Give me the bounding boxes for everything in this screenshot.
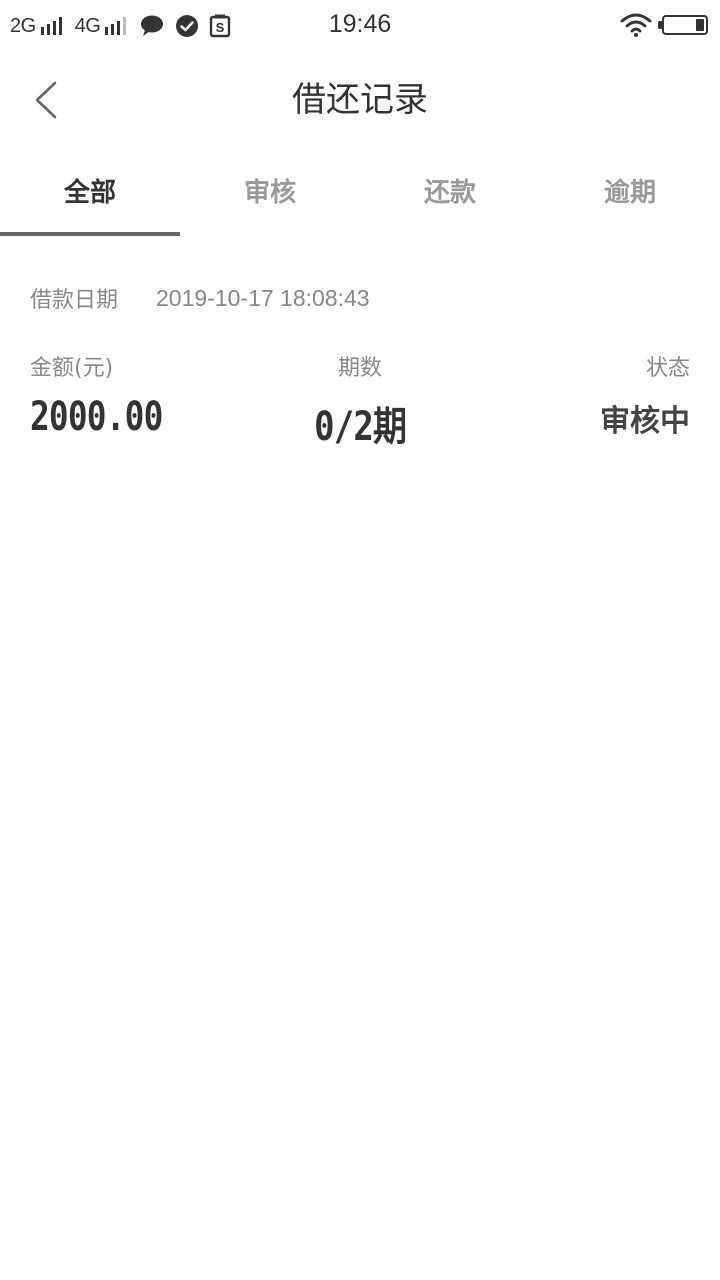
status-bar-right (620, 12, 708, 38)
tab-review[interactable]: 审核 (180, 150, 360, 236)
header-bar: 借还记录 (0, 52, 720, 148)
battery-icon (658, 15, 708, 35)
loan-date-label: 借款日期 (30, 288, 119, 313)
loan-date-value: 2019-10-17 18:08:43 (156, 284, 370, 311)
period-label: 期数 (337, 356, 382, 381)
tab-repayment[interactable]: 还款 (360, 150, 540, 236)
status-bar: 2G 4G S 19:46 (0, 0, 720, 52)
page-title: 借还记录 (292, 80, 428, 120)
record-labels-row: 金额(元) 期数 状态 (30, 350, 690, 390)
period-value: 0/2期 (313, 404, 407, 450)
tab-all[interactable]: 全部 (0, 150, 180, 236)
record-values-row: 2000.00 0/2期 审核中 (30, 394, 690, 454)
tab-overdue[interactable]: 逾期 (540, 150, 720, 236)
filter-tabs: 全部 审核 还款 逾期 (0, 150, 720, 236)
status-label: 状态 (645, 356, 690, 381)
wifi-icon (620, 13, 652, 37)
loan-date-row: 借款日期 2019-10-17 18:08:43 (30, 270, 690, 326)
status-badge: 审核中 (600, 404, 690, 439)
status-time: 19:46 (328, 10, 392, 38)
loan-record-item[interactable]: 借款日期 2019-10-17 18:08:43 金额(元) 期数 状态 200… (30, 270, 690, 454)
